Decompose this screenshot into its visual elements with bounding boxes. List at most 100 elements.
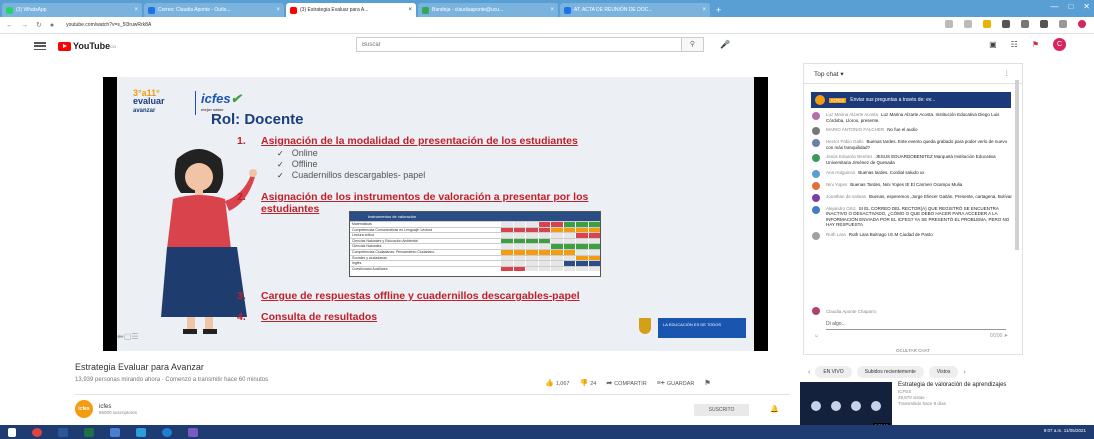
browser-tab[interactable]: Bandeja - claudiaaponte@ucu... × — [418, 3, 558, 17]
video-player[interactable]: 3°a11° evaluar avanzar icfes✔ mejor saber … — [103, 77, 768, 351]
flag-icon[interactable]: ⚑ — [704, 379, 712, 387]
chat-message[interactable]: Jonathan de salinas Buenas, esperemos ,Jo… — [812, 193, 1012, 202]
star-icon[interactable] — [964, 20, 972, 28]
create-video-icon[interactable]: ▣ — [989, 40, 997, 49]
save-button[interactable]: ≡+ GUARDAR — [657, 380, 695, 387]
edge-icon[interactable] — [162, 427, 172, 437]
maximize-icon[interactable]: □ — [1068, 2, 1073, 11]
new-tab-button[interactable]: + — [716, 3, 721, 17]
extension-icon[interactable] — [945, 20, 953, 28]
table-cells — [500, 244, 600, 249]
dislike-button[interactable]: 👎 24 — [579, 379, 596, 387]
extension-icon[interactable] — [1040, 20, 1048, 28]
pinned-message[interactable]: ICFES Enviar sus preguntas a través de: … — [811, 92, 1011, 108]
logo-divider — [195, 91, 196, 115]
browser-tab[interactable]: (3) Estrategia Evaluar para A... × — [286, 3, 416, 17]
chat-text: Buenas tardes. Cordial saludo xx — [858, 169, 925, 175]
related-title[interactable]: Estrategia de valoración de aprendizajes — [898, 382, 1006, 388]
url-field[interactable]: youtube.com/watch?v=s_5l3ruwRrk8A — [66, 22, 151, 28]
notifications-icon[interactable]: ⚑ — [1032, 40, 1039, 49]
search-input[interactable] — [357, 38, 681, 51]
emoji-icon[interactable]: ☺ — [814, 333, 819, 339]
chip-recent[interactable]: Subidos recientemente — [856, 366, 924, 378]
table-cell — [575, 255, 588, 261]
subscribe-button[interactable]: SUSCRITO — [694, 404, 749, 416]
tab-title: Correo: Claudia Aponte - Outlo... — [158, 7, 231, 13]
like-button[interactable]: 👍 1,067 — [545, 379, 569, 387]
channel-name[interactable]: icfes — [99, 404, 111, 410]
tab-close-icon[interactable]: × — [547, 7, 554, 13]
chat-avatar — [812, 112, 820, 120]
youtube-logo[interactable]: YouTube CO — [58, 41, 116, 51]
apps-icon[interactable]: ☷ — [1011, 40, 1018, 49]
chat-message[interactable]: Alejandro Ortiz SI EL CORREO DEL RECTOR(A… — [812, 205, 1012, 228]
extension-icon[interactable] — [1002, 20, 1010, 28]
chrome-icon[interactable] — [32, 427, 42, 437]
related-video[interactable]: 2:08:18 Estrategia de valoración de apre… — [800, 382, 1008, 430]
reload-icon[interactable]: ↻ — [36, 21, 42, 29]
mic-icon[interactable]: 🎤 — [720, 40, 730, 49]
chat-message[interactable]: Jesús Eduardo Benítez JESUS EDUARDOBENITE… — [812, 154, 1012, 165]
app-icon[interactable] — [188, 427, 198, 437]
tab-close-icon[interactable]: × — [273, 7, 280, 13]
browser-tab[interactable]: Correo: Claudia Aponte - Outlo... × — [144, 3, 284, 17]
share-button[interactable]: ➦ COMPARTIR — [606, 379, 646, 387]
tab-close-icon[interactable]: × — [131, 7, 138, 13]
divider — [75, 394, 790, 395]
chat-message[interactable]: Nini Yopes Buenas Tardes, Nini Yopes IE E… — [812, 181, 1012, 190]
chat-message[interactable]: Hector Fabio Gallo Buenas tardes. Este ev… — [812, 139, 1012, 150]
icfes-logo: icfes✔ mejor saber — [201, 91, 242, 112]
table-cell — [587, 233, 600, 238]
chat-author: Alejandro Ortiz — [826, 205, 856, 211]
app-icon[interactable] — [110, 427, 120, 437]
more-icon[interactable]: ⋮ — [1004, 69, 1011, 77]
back-icon[interactable]: ← — [6, 22, 13, 29]
close-icon[interactable]: ✕ — [1083, 2, 1090, 11]
word-icon[interactable] — [58, 427, 68, 437]
related-thumbnail[interactable]: 2:08:18 — [800, 382, 892, 430]
slide-item-4: 4. Consulta de resultados — [237, 311, 378, 323]
forward-icon[interactable]: → — [21, 22, 28, 29]
minimize-icon[interactable]: — — [1050, 2, 1058, 11]
send-icon[interactable]: ➤ — [1004, 333, 1008, 339]
app-icon[interactable] — [136, 427, 146, 437]
table-cell — [562, 266, 575, 272]
chevron-down-icon[interactable]: ▾ — [839, 71, 843, 78]
extension-icon[interactable] — [1021, 20, 1029, 28]
search-button[interactable]: ⚲ — [681, 38, 703, 51]
player-control-icons[interactable]: ⬅▢☰ — [117, 332, 138, 341]
table-cell — [512, 233, 525, 238]
windows-start-icon[interactable] — [8, 427, 16, 437]
browser-tab[interactable]: (3) WhatsApp × — [2, 3, 142, 17]
menu-icon[interactable] — [34, 42, 46, 50]
channel-avatar[interactable]: icfes — [75, 400, 93, 418]
profile-icon[interactable] — [1078, 20, 1086, 28]
related-info: Estrategia de valoración de aprendizajes… — [898, 382, 1008, 430]
avatar[interactable]: C — [1053, 38, 1066, 51]
chip-live[interactable]: EN VIVO — [815, 366, 852, 378]
tab-title: (3) Estrategia Evaluar para A... — [300, 7, 369, 13]
table-cell-label: Matemáticas — [352, 222, 372, 226]
browser-tab[interactable]: AT. ACTA DE REUNIÓN DE DOC... × — [560, 3, 710, 17]
chat-message[interactable]: Ana Holguinos Buenas tardes. Cordial salu… — [812, 169, 1012, 178]
presentation-slide: 3°a11° evaluar avanzar icfes✔ mejor saber … — [117, 77, 754, 351]
hide-chat-button[interactable]: OCULTAR CHAT — [803, 348, 1023, 353]
table-row: Inglés — [350, 260, 600, 266]
bell-icon[interactable]: 🔔 — [770, 405, 779, 413]
chat-message[interactable]: Luz Marina Alzarte Acosta Luz Marina Alza… — [812, 112, 1012, 123]
puzzle-icon[interactable] — [1059, 20, 1067, 28]
clock[interactable]: 9:07 a.m. 11/05/2021 — [1044, 428, 1086, 433]
chat-mode-dropdown[interactable]: Top chat — [814, 71, 839, 78]
chat-message[interactable]: Ruth Lara Ruth Lara Buitrago I.E.M Ciudad… — [812, 231, 1012, 240]
chip-watched[interactable]: Vistos — [928, 366, 959, 378]
extension-icon[interactable] — [983, 20, 991, 28]
chevron-right-icon[interactable]: › — [963, 369, 965, 376]
chat-message[interactable]: MARIO ANTONIO FALCHER No fue el audio — [812, 127, 1012, 136]
chat-scrollbar[interactable] — [1015, 80, 1019, 250]
tab-close-icon[interactable]: × — [699, 7, 706, 13]
excel-icon[interactable] — [84, 427, 94, 437]
chat-input[interactable]: Di algo... — [826, 315, 1006, 330]
chevron-left-icon[interactable]: ‹ — [808, 369, 810, 376]
search-box: ⚲ — [356, 37, 704, 52]
tab-close-icon[interactable]: × — [405, 7, 412, 13]
